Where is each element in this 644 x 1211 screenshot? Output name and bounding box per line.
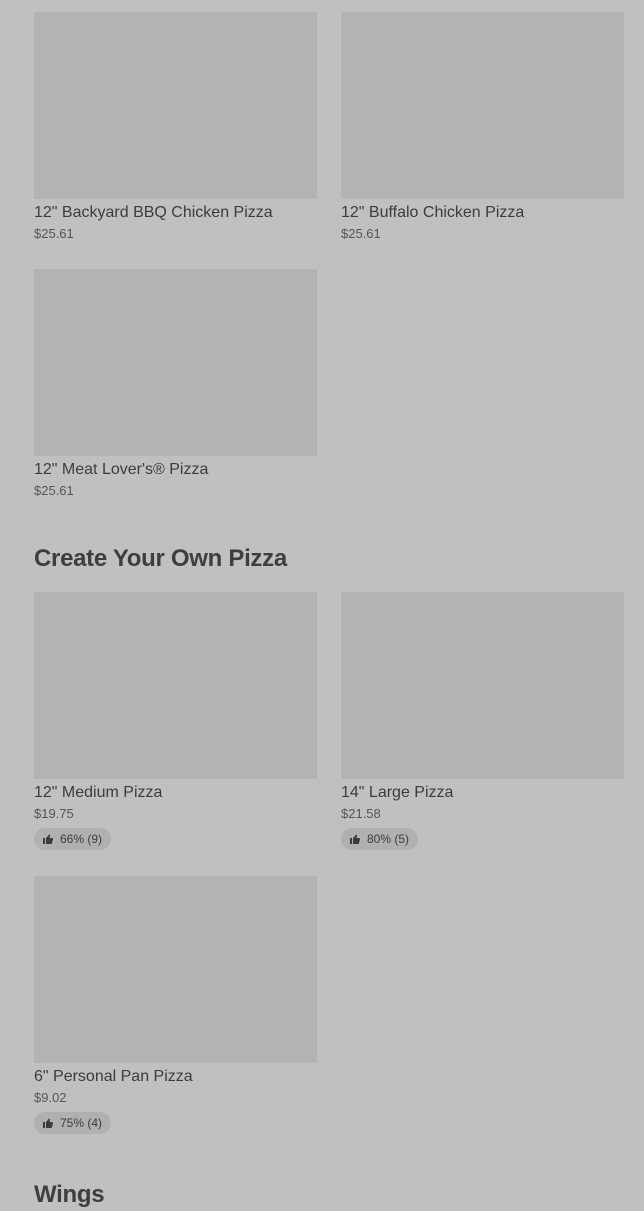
menu-item-card[interactable]: 12" Backyard BBQ Chicken Pizza $25.61: [34, 12, 317, 241]
menu-item-name: 14" Large Pizza: [341, 784, 454, 801]
menu-item-card[interactable]: 12" Buffalo Chicken Pizza $25.61: [341, 12, 624, 241]
rating-text: 75% (4): [60, 1116, 103, 1130]
menu-item-price: $19.75: [34, 806, 74, 821]
menu-item-price: $25.61: [34, 226, 74, 241]
menu-grid-featured: 12" Backyard BBQ Chicken Pizza $25.61 12…: [34, 12, 624, 498]
section-title-wings: Wings: [34, 1181, 105, 1208]
thumbs-up-icon: [42, 1117, 54, 1129]
thumbs-up-icon: [349, 833, 361, 845]
menu-item-card[interactable]: 12" Meat Lover's® Pizza $25.61: [34, 269, 317, 498]
menu-item-price: $25.61: [34, 483, 74, 498]
menu-item-name: 12" Medium Pizza: [34, 784, 163, 801]
menu-item-image[interactable]: [34, 876, 317, 1063]
section-title-create-your-own: Create Your Own Pizza: [34, 545, 287, 572]
menu-item-name: 12" Meat Lover's® Pizza: [34, 461, 209, 478]
rating-text: 66% (9): [60, 832, 103, 846]
menu-item-price: $9.02: [34, 1090, 67, 1105]
rating-badge: 75% (4): [34, 1112, 112, 1134]
menu-item-image[interactable]: [341, 592, 624, 779]
menu-item-name: 12" Backyard BBQ Chicken Pizza: [34, 204, 273, 221]
rating-badge: 80% (5): [341, 828, 419, 850]
rating-text: 80% (5): [367, 832, 410, 846]
menu-item-card[interactable]: 6" Personal Pan Pizza $9.02 75% (4): [34, 876, 317, 1134]
thumbs-up-icon: [42, 833, 54, 845]
rating-badge: 66% (9): [34, 828, 112, 850]
menu-item-image[interactable]: [34, 12, 317, 199]
menu-item-image[interactable]: [34, 592, 317, 779]
menu-item-image[interactable]: [34, 269, 317, 456]
menu-item-name: 6" Personal Pan Pizza: [34, 1068, 193, 1085]
menu-item-name: 12" Buffalo Chicken Pizza: [341, 204, 525, 221]
menu-item-price: $25.61: [341, 226, 381, 241]
menu-item-card[interactable]: 12" Medium Pizza $19.75 66% (9): [34, 592, 317, 850]
menu-item-card[interactable]: 14" Large Pizza $21.58 80% (5): [341, 592, 624, 850]
menu-item-image[interactable]: [341, 12, 624, 199]
menu-grid-create-your-own: 12" Medium Pizza $19.75 66% (9) 14" Larg…: [34, 592, 624, 1134]
menu-item-price: $21.58: [341, 806, 381, 821]
